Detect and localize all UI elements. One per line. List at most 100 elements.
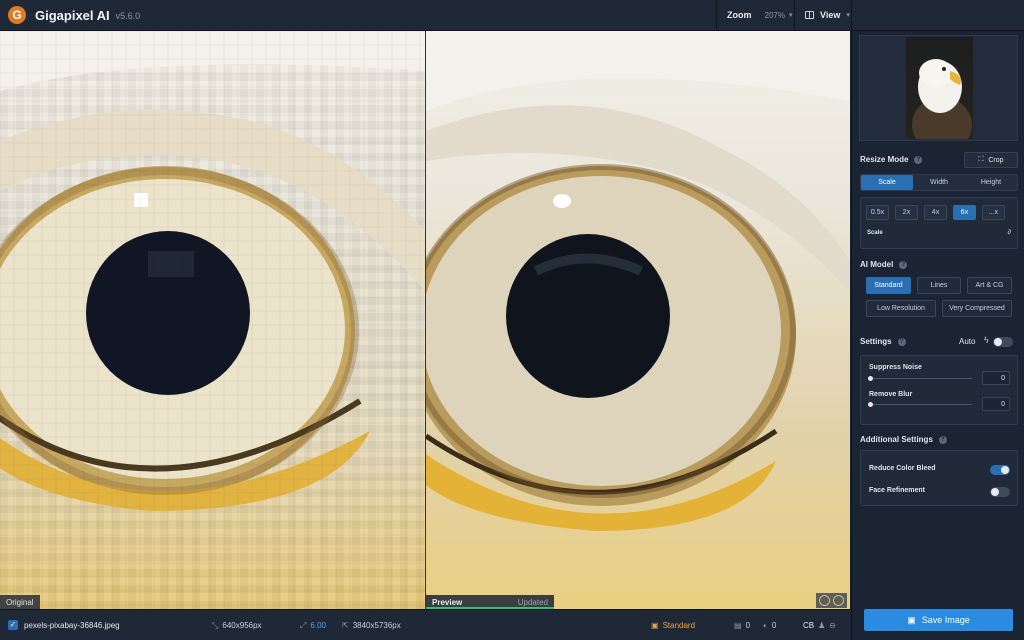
scale-2x-button[interactable]: 2x	[895, 205, 918, 220]
model-low-resolution-button[interactable]: Low Resolution	[866, 300, 936, 317]
save-icon: ▣	[907, 614, 916, 625]
bolt-icon: ϟ	[984, 335, 989, 345]
zoom-label: Zoom	[727, 10, 752, 20]
scale-custom-button[interactable]: ...x	[982, 205, 1005, 220]
bottom-status-bar: ✓ pexels-pixabay-36846.jpeg ⤡ 640x956px …	[0, 609, 851, 640]
input-size-text: 640x956px	[222, 621, 262, 630]
face-icon[interactable]	[819, 595, 830, 606]
auto-toggle[interactable]	[993, 337, 1013, 347]
suppress-noise-slider[interactable]	[870, 378, 972, 379]
suppress-noise-knob[interactable]	[868, 376, 873, 381]
ai-model-label: AI Model	[860, 260, 894, 269]
additional-settings-title: Additional Settings ?	[860, 435, 947, 444]
save-image-button[interactable]: ▣ Save Image	[864, 609, 1013, 631]
chevron-down-icon: ▾	[846, 12, 850, 19]
settings-title: Settings ?	[860, 337, 906, 346]
additional-settings-label: Additional Settings	[860, 435, 933, 444]
tab-width[interactable]: Width	[913, 175, 965, 190]
resize-mode-title: Resize Mode ?	[860, 155, 923, 164]
remove-blur-slider[interactable]	[870, 404, 972, 405]
remove-blur-input[interactable]: 0	[982, 397, 1010, 411]
split-view-icon	[805, 11, 814, 19]
app-title: Gigapixel AI	[35, 7, 110, 23]
face-count-icon: ◐	[763, 621, 768, 630]
view-dropdown[interactable]: View ▾	[794, 0, 852, 30]
count-b: ◐ 0	[763, 610, 776, 640]
remove-blur-label: Remove Blur	[869, 391, 913, 398]
model-very-compressed-button[interactable]: Very Compressed	[942, 300, 1012, 317]
count-b-text: 0	[771, 621, 777, 630]
top-bar: G Gigapixel AI v5.6.0 Zoom 207% ▾ View ▾	[0, 0, 1024, 31]
preview-image-pane[interactable]: Preview Updated	[426, 31, 850, 609]
link-icon[interactable]: ∂	[1008, 229, 1011, 236]
view-label: View	[820, 10, 841, 20]
save-area: ▣ Save Image	[851, 609, 1024, 640]
help-icon[interactable]: ?	[899, 260, 908, 269]
face-refinement-label: Face Refinement	[869, 487, 926, 494]
count-a-text: 0	[745, 621, 751, 630]
model-tag-icon: ▣	[651, 621, 659, 630]
crop-button[interactable]: ⛶ Crop	[964, 152, 1018, 168]
save-image-label: Save Image	[921, 615, 970, 625]
person-icon: ♟	[818, 621, 826, 630]
scale-options-box: 0.5x 2x 4x 6x ...x Scale ∂	[860, 197, 1018, 249]
layers-icon: ▤	[734, 621, 742, 630]
scale-6x-button[interactable]: 6x	[953, 205, 976, 220]
chevron-down-icon: ▾	[788, 12, 793, 19]
eagle-thumbnail-image	[906, 37, 973, 139]
scale-4x-button[interactable]: 4x	[924, 205, 947, 220]
resize-mode-tabs: Scale Width Height	[860, 174, 1018, 191]
scale-0-5x-button[interactable]: 0.5x	[866, 205, 889, 220]
help-icon[interactable]: ?	[914, 155, 923, 164]
navigator-thumbnail[interactable]	[859, 35, 1018, 141]
tab-scale[interactable]: Scale	[861, 175, 913, 190]
reduce-color-bleed-toggle[interactable]	[990, 465, 1010, 475]
additional-settings-box: Reduce Color Bleed Face Refinement	[860, 450, 1018, 506]
app-window: G Gigapixel AI v5.6.0 Zoom 207% ▾ View ▾	[0, 0, 1024, 640]
model-standard-button[interactable]: Standard	[866, 277, 911, 294]
model-lines-button[interactable]: Lines	[917, 277, 961, 294]
scale-factor-text: 6.00	[310, 621, 326, 630]
scale-factor: ⤢ 6.00	[300, 610, 326, 640]
file-name-text: pexels-pixabay-36846.jpeg	[24, 621, 120, 630]
remove-icon[interactable]: ⊖	[829, 621, 836, 630]
file-name: pexels-pixabay-36846.jpeg	[24, 610, 120, 640]
output-size: ⇱ 3840x5736px	[342, 610, 401, 640]
settings-sliders-box: Suppress Noise 0 Remove Blur 0	[860, 355, 1018, 425]
preview-eye-image	[426, 31, 850, 531]
face-tools	[816, 593, 847, 608]
input-size: ⤡ 640x956px	[212, 610, 262, 640]
help-icon[interactable]: ?	[897, 337, 906, 346]
help-icon[interactable]: ?	[938, 435, 947, 444]
count-a: ▤ 0	[734, 610, 750, 640]
settings-panel: Resize Mode ? ⛶ Crop Scale Width Height …	[851, 31, 1024, 609]
settings-label: Settings	[860, 337, 892, 346]
model-art-cg-button[interactable]: Art & CG	[967, 277, 1012, 294]
suppress-noise-label: Suppress Noise	[869, 364, 922, 371]
preview-status: Updated	[517, 597, 548, 607]
ai-model-title: AI Model ?	[860, 260, 908, 269]
cb-indicator: CB ♟ ⊖	[803, 610, 836, 640]
resize-icon: ⤡	[212, 620, 219, 630]
face-compare-icon[interactable]	[833, 595, 844, 606]
original-eye-image	[0, 31, 425, 609]
model-tag-text: Standard	[662, 621, 696, 630]
file-checkbox[interactable]: ✓	[8, 620, 18, 630]
output-icon: ⇱	[342, 621, 349, 630]
output-size-text: 3840x5736px	[352, 621, 401, 630]
reduce-color-bleed-label: Reduce Color Bleed	[869, 465, 936, 472]
app-logo-icon: G	[8, 6, 26, 24]
cb-label: CB	[803, 621, 815, 630]
face-refinement-toggle[interactable]	[990, 487, 1010, 497]
original-image-pane[interactable]: Original	[0, 31, 425, 609]
suppress-noise-input[interactable]: 0	[982, 371, 1010, 385]
resize-mode-label: Resize Mode	[860, 155, 909, 164]
model-tag[interactable]: ▣ Standard	[651, 610, 695, 640]
preview-label: Preview	[432, 597, 463, 607]
tab-height[interactable]: Height	[965, 175, 1017, 190]
remove-blur-knob[interactable]	[868, 402, 873, 407]
zoom-dropdown[interactable]: Zoom 207% ▾	[716, 0, 792, 30]
zoom-value: 207%	[764, 10, 785, 20]
crop-label: Crop	[988, 156, 1004, 164]
crop-icon: ⛶	[978, 156, 984, 163]
